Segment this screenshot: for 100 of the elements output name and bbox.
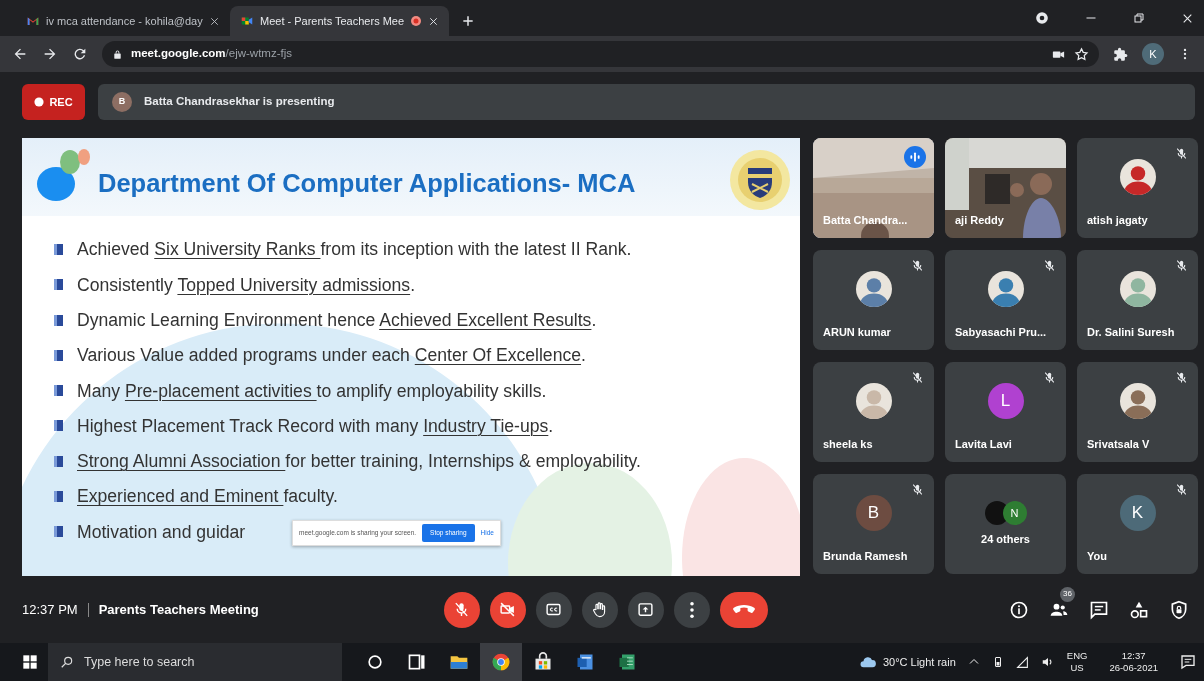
participant-name: atish jagaty: [1087, 212, 1148, 228]
lock-icon: [112, 48, 123, 60]
shopping-bag-icon: [533, 652, 553, 672]
bullet-icon: [54, 279, 63, 291]
record-dot-icon: [34, 97, 45, 107]
captions-button[interactable]: [535, 591, 572, 628]
clock[interactable]: 12:37 26-06-2021: [1109, 650, 1158, 674]
avatar: K: [1119, 495, 1156, 531]
url-text: meet.google.com/ejw-wtmz-fjs: [131, 46, 293, 62]
avatar: L: [987, 383, 1024, 419]
participant-tile[interactable]: K You: [1077, 474, 1198, 574]
star-icon[interactable]: [1074, 46, 1089, 62]
participant-name: Brunda Ramesh: [823, 548, 908, 564]
meeting-title: Parents Teachers Meeting: [98, 600, 259, 619]
bullet-icon: [54, 244, 63, 255]
speaking-icon: [904, 146, 926, 168]
present-button[interactable]: [627, 591, 664, 628]
meeting-time: 12:37 PM: [22, 600, 78, 619]
avatar: B: [112, 92, 132, 112]
participant-name: ARUN kumar: [823, 324, 891, 340]
participant-tile[interactable]: Dr. Salini Suresh: [1077, 250, 1198, 350]
language-indicator[interactable]: ENG US: [1066, 650, 1088, 674]
chrome-icon: [491, 652, 511, 672]
document-icon: [575, 652, 595, 672]
participant-name: 24 others: [981, 531, 1030, 547]
microphone-button[interactable]: [443, 591, 480, 628]
present-icon: [637, 601, 654, 618]
search-icon: [60, 655, 74, 669]
count-badge: 36: [1060, 586, 1075, 602]
notification-icon[interactable]: [1180, 654, 1196, 670]
record-icon[interactable]: [1035, 11, 1049, 25]
record-button[interactable]: REC: [22, 84, 85, 120]
task-view-icon: [407, 652, 427, 672]
captions-icon: [545, 601, 562, 618]
participant-name: aji Reddy: [955, 212, 1004, 228]
raise-hand-button[interactable]: [581, 591, 618, 628]
participant-tile[interactable]: sheela ks: [813, 362, 934, 462]
shield-icon: [1169, 599, 1189, 620]
leave-call-button[interactable]: [719, 591, 768, 628]
camera-off-icon: [499, 601, 516, 618]
slide-title: Department Of Computer Applications- MCA: [98, 167, 636, 199]
bullet-text: Achieved Six University Ranks from its inception with the latest II Rank.: [77, 238, 632, 262]
taskbar-app[interactable]: [480, 643, 522, 681]
participant-tile[interactable]: L Lavita Lavi: [945, 362, 1066, 462]
participant-name: Sabyasachi Pru...: [955, 324, 1047, 340]
participant-name: You: [1087, 548, 1107, 564]
bullet-text: Various Value added programs under each Center Of Excellence.: [77, 344, 586, 368]
close-icon[interactable]: [428, 15, 440, 27]
bullet-icon: [54, 420, 63, 432]
bullet-text: Dynamic Learning Environment hence Achieved Excellent Results.: [77, 308, 597, 332]
bullet-icon: [54, 455, 63, 467]
restore-icon[interactable]: [1133, 12, 1145, 24]
participant-name: Dr. Salini Suresh: [1087, 324, 1175, 340]
host-controls-button[interactable]: [1169, 599, 1189, 620]
bullet-icon: [54, 349, 63, 361]
camera-button[interactable]: [489, 591, 526, 628]
chat-button[interactable]: [1089, 599, 1109, 620]
address-bar[interactable]: meet.google.com/ejw-wtmz-fjs: [102, 41, 1099, 67]
participant-tile[interactable]: Srivatsala V: [1077, 362, 1198, 462]
cortana-icon: [365, 652, 385, 672]
bullet-icon: [54, 314, 63, 326]
reload-icon[interactable]: [72, 46, 88, 62]
spreadsheet-icon: [617, 652, 637, 672]
browser-tab[interactable]: Meet - Parents Teachers Mee: [230, 6, 450, 36]
phone-icon: [732, 605, 755, 614]
profile-avatar[interactable]: K: [1142, 43, 1164, 65]
new-tab-icon[interactable]: [461, 14, 476, 28]
chat-icon: [1089, 599, 1109, 620]
bullet-icon: [54, 491, 63, 503]
bullet-text: Consistently Topped University admissions.: [77, 273, 416, 297]
participant-tile[interactable]: N 24 others: [945, 474, 1066, 574]
participant-tile[interactable]: ARUN kumar: [813, 250, 934, 350]
info-button[interactable]: [1009, 599, 1029, 620]
signal-icon[interactable]: [1015, 655, 1029, 669]
participant-name: sheela ks: [823, 436, 873, 452]
puzzle-icon[interactable]: [1113, 46, 1128, 62]
participant-tile[interactable]: B Brunda Ramesh: [813, 474, 934, 574]
windows-icon[interactable]: [22, 654, 38, 670]
participant-name: Srivatsala V: [1087, 436, 1150, 452]
more-options-button[interactable]: [673, 591, 710, 628]
weather-widget[interactable]: 30°C Light rain: [858, 653, 956, 671]
participant-tile[interactable]: aji Reddy: [945, 138, 1066, 238]
participant-tile[interactable]: atish jagaty: [1077, 138, 1198, 238]
avatar: N: [1002, 500, 1027, 525]
info-icon: [1009, 599, 1029, 620]
bullet-icon: [54, 385, 63, 397]
back-icon[interactable]: [12, 46, 28, 62]
presenter-text: Batta Chandrasekhar is presenting: [144, 94, 335, 110]
microphone-off-icon: [453, 601, 470, 618]
bullet-text: Experienced and Eminent faculty.: [77, 485, 338, 509]
participant-name: Batta Chandra...: [823, 212, 908, 228]
participant-tile[interactable]: Sabyasachi Pru...: [945, 250, 1066, 350]
bullet-text: Highest Placement Track Record with many Industry Tie-ups.: [77, 414, 554, 438]
forward-icon[interactable]: [42, 46, 58, 62]
close-icon[interactable]: [209, 15, 220, 27]
search-field[interactable]: Type here to search: [48, 643, 342, 681]
bullet-text: Many Pre-placement activities to amplify employability skills.: [77, 379, 547, 403]
bullet-text: Strong Alumni Association for better training, Internships & employability.: [77, 450, 641, 474]
browser-tab[interactable]: iv mca attendance - kohila@day: [16, 6, 230, 36]
bullet-icon: [54, 526, 63, 538]
